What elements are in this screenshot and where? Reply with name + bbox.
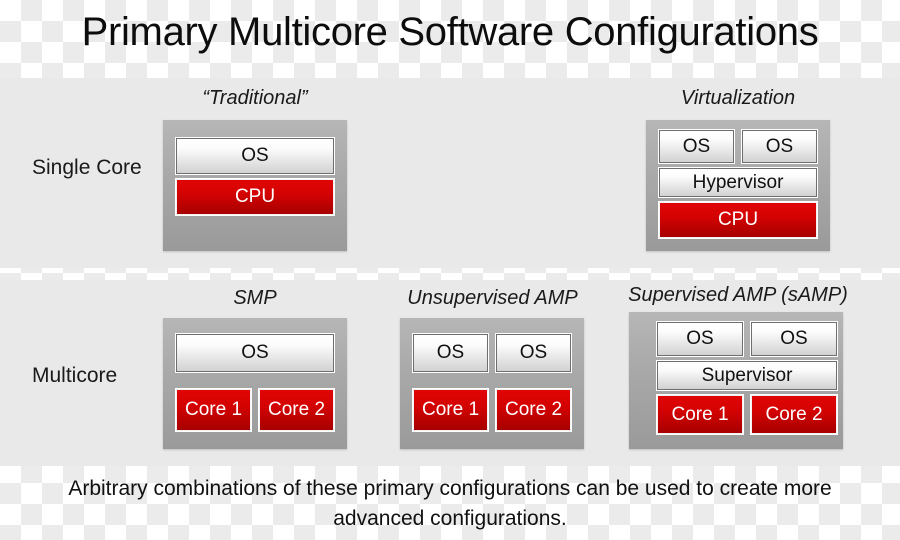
config-traditional: “Traditional” OS CPU [125,86,385,261]
multicore-panel: Multicore SMP OS Core 1 Core 2 Unsupervi… [0,280,900,466]
block-os-1: OS [656,321,744,357]
row-label-multicore: Multicore [32,364,118,387]
chip-virtualization: OS OS Hypervisor CPU [646,120,830,251]
block-core-1: Core 1 [656,394,744,435]
config-smp: SMP OS Core 1 Core 2 [125,286,385,461]
block-core-2: Core 2 [258,388,335,432]
block-os: OS [175,333,335,373]
chip-supervised-amp: OS OS Supervisor Core 1 Core 2 [629,312,843,449]
block-cpu: CPU [175,178,335,216]
block-os-2: OS [741,129,818,164]
config-virtualization: Virtualization OS OS Hypervisor CPU [608,86,868,261]
chip-traditional: OS CPU [163,120,347,251]
single-core-panel: Single Core “Traditional” OS CPU Virtual… [0,78,900,268]
config-caption-smp: SMP [233,287,277,309]
block-core-1: Core 1 [412,388,489,432]
diagram-canvas: Primary Multicore Software Configuration… [0,0,900,540]
config-supervised-amp: Supervised AMP (sAMP) OS OS Supervisor C… [612,283,864,463]
chip-unsupervised-amp: OS OS Core 1 Core 2 [400,318,584,449]
block-core-2: Core 2 [750,394,838,435]
block-os-2: OS [495,333,572,373]
config-caption-supervised-amp: Supervised AMP (sAMP) [628,284,848,306]
config-caption-virtualization: Virtualization [680,87,796,109]
block-os-1: OS [412,333,489,373]
footer-note: Arbitrary combinations of these primary … [68,477,832,530]
block-core-1: Core 1 [175,388,252,432]
block-hypervisor: Hypervisor [658,167,818,198]
block-os-2: OS [750,321,838,357]
block-os-1: OS [658,129,735,164]
page-title: Primary Multicore Software Configuration… [81,10,819,54]
block-os: OS [175,137,335,175]
block-core-2: Core 2 [495,388,572,432]
config-caption-unsupervised-amp: Unsupervised AMP [407,287,578,309]
chip-smp: OS Core 1 Core 2 [163,318,347,449]
block-cpu: CPU [658,201,818,239]
config-unsupervised-amp: Unsupervised AMP OS OS Core 1 Core 2 [380,286,605,461]
config-caption-traditional: “Traditional” [202,87,308,109]
block-supervisor: Supervisor [656,360,838,391]
